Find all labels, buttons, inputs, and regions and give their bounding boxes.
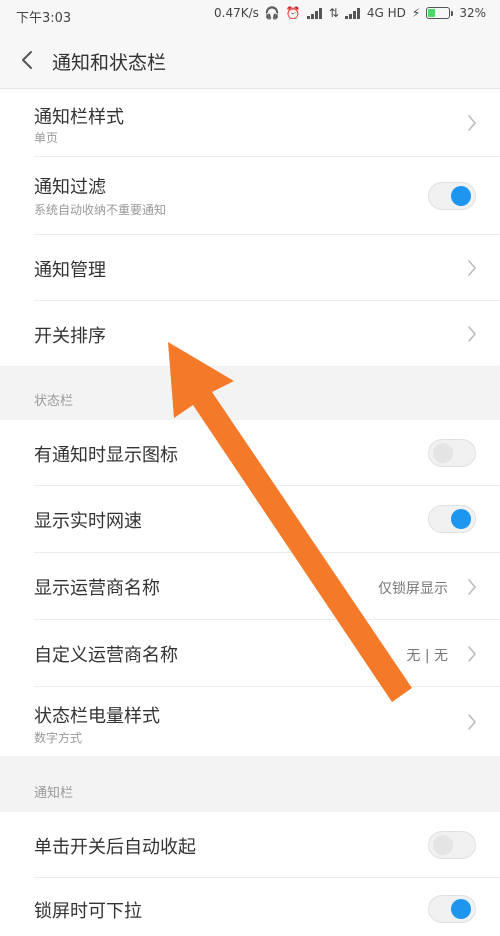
annotation-arrow-icon <box>168 342 412 702</box>
